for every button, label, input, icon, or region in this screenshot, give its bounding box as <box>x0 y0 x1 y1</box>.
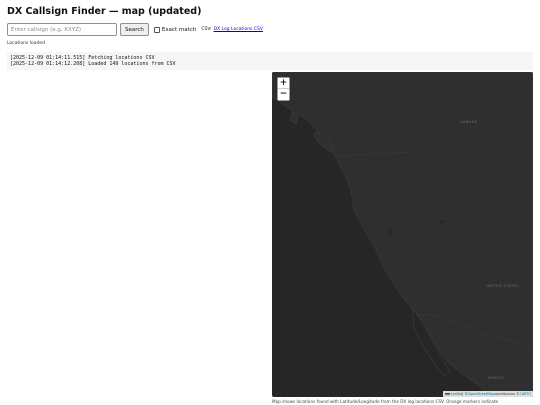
log-output: [2025-12-09 01:14:11.515] Fetching locat… <box>7 52 533 70</box>
page-title: DX Callsign Finder — map (updated) <box>7 6 202 17</box>
ukraine-flag-icon <box>444 392 450 396</box>
log-line: [2025-12-09 01:14:12.208] Loaded 149 loc… <box>10 61 176 67</box>
attribution-contributors: contributors © <box>494 392 520 396</box>
zoom-control: + − <box>277 77 290 101</box>
map-caption: Map shows locations found with Latitude/… <box>272 399 499 404</box>
map-label-canada: CANADA <box>460 120 478 124</box>
search-row: Search Exact match CSV: DX Log Locations… <box>7 23 263 36</box>
exact-match-toggle[interactable]: Exact match <box>153 26 197 33</box>
lake-tahoe <box>388 230 392 234</box>
csv-prefix: CSV: <box>201 27 212 32</box>
land-mass <box>272 72 533 397</box>
exact-match-label: Exact match <box>161 26 197 33</box>
osm-link[interactable]: OpenStreetMap <box>468 391 495 397</box>
search-button[interactable]: Search <box>120 23 149 36</box>
map-label-mexico: MEXICO <box>488 376 505 380</box>
status-text: Locations loaded <box>7 41 46 46</box>
exact-match-checkbox[interactable] <box>153 26 160 33</box>
carto-link[interactable]: CARTO <box>519 391 531 397</box>
map-tiles <box>272 72 533 397</box>
zoom-out-button[interactable]: − <box>278 89 289 100</box>
callsign-search-input[interactable] <box>7 23 117 36</box>
map[interactable]: + − CANADA UNITED STATES MEXICO Leaflet … <box>272 72 533 397</box>
page: DX Callsign Finder — map (updated) Searc… <box>0 0 540 405</box>
csv-link[interactable]: DX Log Locations CSV <box>214 27 263 32</box>
map-attribution: Leaflet | © OpenStreetMap contributors ©… <box>442 391 533 397</box>
map-label-united-states: UNITED STATES <box>486 284 520 288</box>
haida-gwaii <box>289 111 299 125</box>
leaflet-link[interactable]: Leaflet <box>451 391 463 397</box>
zoom-in-button[interactable]: + <box>278 78 289 89</box>
